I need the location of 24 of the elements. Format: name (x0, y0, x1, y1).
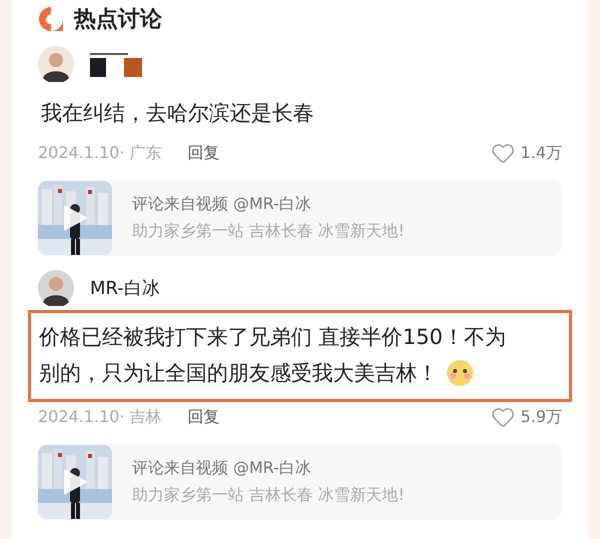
video-title: 助力家乡第一站 吉林长春 冰雪新天地! (132, 221, 405, 242)
avatar[interactable] (38, 46, 74, 82)
video-source-card[interactable]: 评论来自视频 @MR-白冰 助力家乡第一站 吉林长春 冰雪新天地! (38, 180, 562, 256)
play-icon[interactable] (62, 467, 90, 497)
video-title: 助力家乡第一站 吉林长春 冰雪新天地! (132, 485, 405, 506)
reply-link[interactable]: 回复 (188, 142, 220, 164)
like-icon[interactable] (490, 141, 515, 165)
comment-meta: 2024.1.10· 吉林 (38, 406, 162, 428)
flame-icon (38, 6, 64, 32)
like-icon[interactable] (490, 405, 515, 429)
like-count: 5.9万 (520, 406, 562, 428)
author-name[interactable]: MR-白冰 (90, 276, 160, 300)
source-label: 评论来自视频 @MR-白冰 (132, 194, 312, 215)
comment-text: 我在纠结，去哈尔滨还是长春 (41, 100, 314, 127)
comment-meta: 2024.1.10· 广东 (38, 142, 162, 164)
reply-link[interactable]: 回复 (188, 406, 220, 428)
play-icon[interactable] (62, 203, 90, 233)
video-source-card[interactable]: 评论来自视频 @MR-白冰 助力家乡第一站 吉林长春 冰雪新天地! (38, 444, 562, 520)
like-count: 1.4万 (520, 142, 562, 164)
section-title: 热点讨论 (74, 6, 162, 34)
avatar[interactable] (38, 270, 74, 306)
comment-text: 价格已经被我打下来了兄弟们 直接半价150！不为 (39, 324, 506, 351)
comment-text: 别的，只为让全国的朋友感受我大美吉林！ (39, 360, 438, 387)
source-label: 评论来自视频 @MR-白冰 (132, 458, 312, 479)
